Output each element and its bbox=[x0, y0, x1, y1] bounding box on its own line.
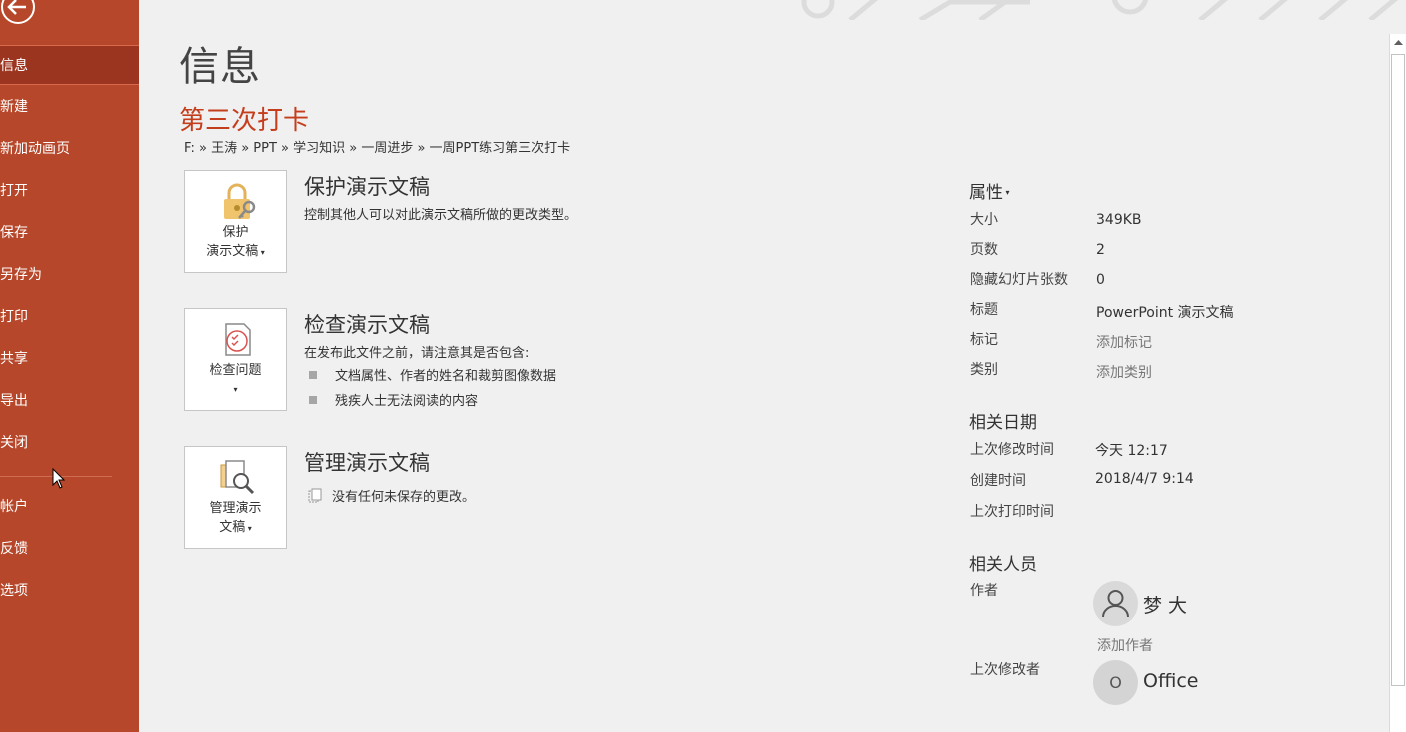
sidebar-item-close[interactable]: 关闭 bbox=[0, 423, 139, 463]
add-category-field[interactable]: 添加类别 bbox=[1096, 362, 1152, 382]
chevron-down-icon: ▾ bbox=[1003, 188, 1010, 197]
prop-label-hidden-slides: 隐藏幻灯片张数 bbox=[970, 272, 1068, 288]
prop-label-title: 标题 bbox=[970, 302, 998, 318]
sidebar-item-options[interactable]: 选项 bbox=[0, 571, 139, 611]
protect-tile-label: 保护 演示文稿 ▾ bbox=[206, 225, 265, 259]
header-decoration bbox=[780, 0, 1400, 20]
mouse-cursor bbox=[52, 467, 66, 494]
list-item: 残疾人士无法阅读的内容 bbox=[309, 390, 478, 409]
last-modified-by-name[interactable]: Office bbox=[1143, 670, 1198, 692]
properties-dropdown[interactable]: 属性 ▾ bbox=[969, 178, 1010, 203]
inspect-document-icon bbox=[225, 323, 251, 356]
sidebar-item-feedback[interactable]: 反馈 bbox=[0, 529, 139, 569]
back-arrow-icon bbox=[1, 0, 35, 24]
prop-label-category: 类别 bbox=[970, 362, 998, 378]
list-item: 文档属性、作者的姓名和裁剪图像数据 bbox=[309, 365, 556, 384]
date-label-created: 创建时间 bbox=[970, 473, 1026, 489]
prop-label-tags: 标记 bbox=[970, 332, 998, 348]
protect-section-title: 保护演示文稿 bbox=[304, 175, 430, 199]
protect-presentation-button[interactable]: 保护 演示文稿 ▾ bbox=[184, 170, 287, 273]
last-modified-by-label: 上次修改者 bbox=[970, 662, 1040, 678]
sidebar-item-export[interactable]: 导出 bbox=[0, 381, 139, 421]
lock-key-icon bbox=[224, 183, 256, 219]
manage-section-title: 管理演示文稿 bbox=[304, 451, 430, 475]
scroll-up-button[interactable] bbox=[1390, 34, 1406, 52]
file-path-breadcrumb[interactable]: F: » 王涛 » PPT » 学习知识 » 一周进步 » 一周PPT练习第三次… bbox=[184, 137, 570, 156]
inspect-tile-label: 检查问题 ▾ bbox=[185, 361, 286, 399]
date-label-modified: 上次修改时间 bbox=[970, 442, 1054, 458]
backstage-sidebar: 信息 新建 新加动画页 打开 保存 另存为 打印 共享 导出 关闭 帐户 反馈 … bbox=[0, 0, 139, 732]
sidebar-item-open[interactable]: 打开 bbox=[0, 171, 139, 211]
prop-value-hidden-slides: 0 bbox=[1096, 272, 1105, 288]
scroll-up-arrow-icon bbox=[1394, 40, 1403, 45]
related-people-heading: 相关人员 bbox=[969, 555, 1037, 575]
date-value-modified: 今天 12:17 bbox=[1095, 443, 1168, 459]
prop-value-pages: 2 bbox=[1096, 242, 1105, 258]
person-icon bbox=[1102, 590, 1129, 618]
prop-label-pages: 页数 bbox=[970, 242, 998, 258]
prop-label-size: 大小 bbox=[970, 212, 998, 228]
chevron-down-icon: ▾ bbox=[258, 248, 265, 257]
sidebar-item-print[interactable]: 打印 bbox=[0, 297, 139, 337]
check-for-issues-button[interactable]: 检查问题 ▾ bbox=[184, 308, 287, 411]
sidebar-item-save[interactable]: 保存 bbox=[0, 213, 139, 253]
vertical-scrollbar[interactable] bbox=[1389, 34, 1406, 732]
sidebar-item-new-animation-page[interactable]: 新加动画页 bbox=[0, 129, 139, 169]
chevron-down-icon: ▾ bbox=[233, 385, 238, 394]
add-author-link[interactable]: 添加作者 bbox=[1097, 635, 1153, 655]
manage-tile-label: 管理演示 文稿 ▾ bbox=[209, 501, 262, 535]
sidebar-item-account[interactable]: 帐户 bbox=[0, 487, 139, 527]
scrollbar-thumb[interactable] bbox=[1391, 54, 1405, 686]
sidebar-item-share[interactable]: 共享 bbox=[0, 339, 139, 379]
author-label: 作者 bbox=[970, 583, 998, 599]
manage-document-icon bbox=[220, 460, 255, 495]
add-tag-field[interactable]: 添加标记 bbox=[1096, 332, 1152, 352]
manage-section-desc: 没有任何未保存的更改。 bbox=[307, 486, 475, 505]
date-value-created: 2018/4/7 9:14 bbox=[1095, 471, 1194, 487]
avatar[interactable]: O bbox=[1093, 660, 1138, 705]
date-label-printed: 上次打印时间 bbox=[970, 504, 1054, 520]
author-name[interactable]: 梦 大 bbox=[1143, 591, 1187, 618]
related-dates-heading: 相关日期 bbox=[969, 413, 1037, 433]
prop-value-size: 349KB bbox=[1096, 212, 1142, 228]
avatar[interactable] bbox=[1093, 581, 1138, 626]
chevron-down-icon: ▾ bbox=[245, 524, 252, 533]
sidebar-item-save-as[interactable]: 另存为 bbox=[0, 255, 139, 295]
sidebar-item-new[interactable]: 新建 bbox=[0, 87, 139, 127]
page-title: 信息 bbox=[179, 44, 261, 90]
prop-value-title[interactable]: PowerPoint 演示文稿 bbox=[1096, 302, 1234, 322]
document-name: 第三次打卡 bbox=[179, 106, 310, 136]
inspect-section-title: 检查演示文稿 bbox=[304, 313, 430, 337]
protect-section-desc: 控制其他人可以对此演示文稿所做的更改类型。 bbox=[304, 208, 578, 223]
document-stack-icon bbox=[308, 488, 322, 503]
inspect-section-desc: 在发布此文件之前，请注意其是否包含: bbox=[304, 346, 530, 361]
manage-presentation-button[interactable]: 管理演示 文稿 ▾ bbox=[184, 446, 287, 549]
sidebar-item-info[interactable]: 信息 bbox=[0, 45, 139, 85]
back-button[interactable] bbox=[0, 0, 38, 26]
